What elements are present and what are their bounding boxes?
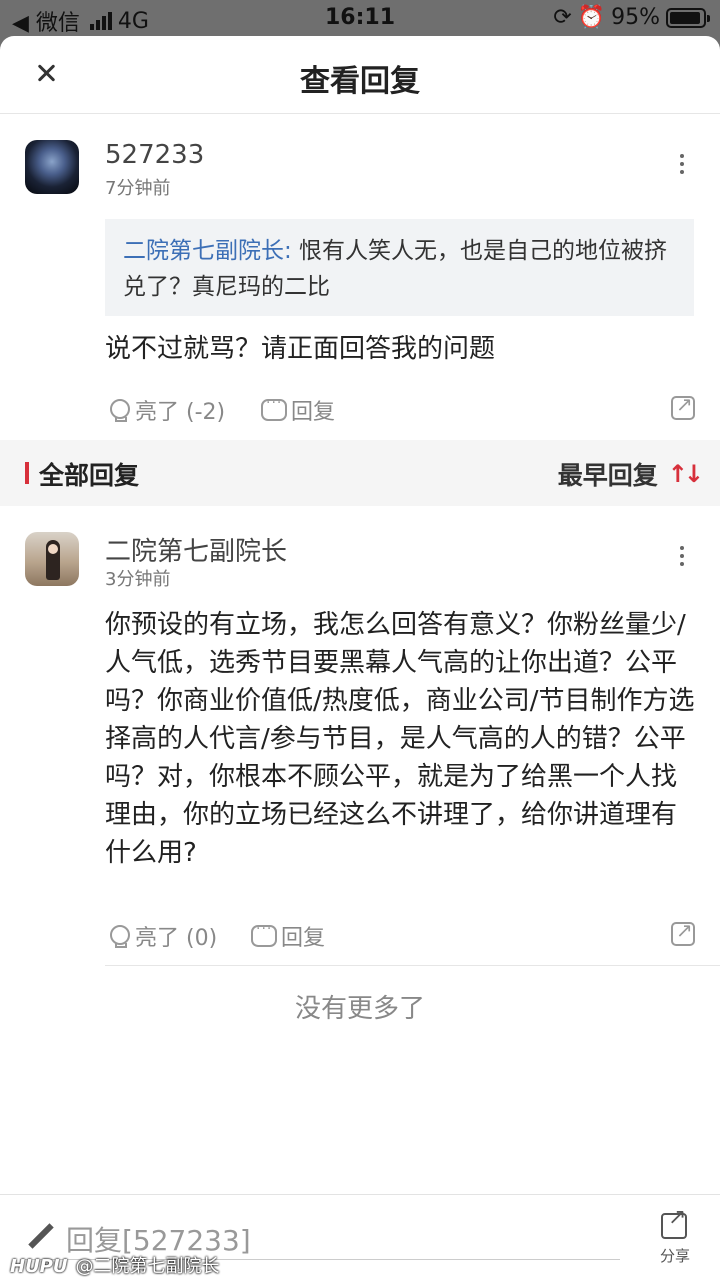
avatar-face	[48, 544, 58, 554]
like-button[interactable]: 亮了 (0)	[107, 916, 217, 956]
hupu-logo: HUPU	[10, 1256, 68, 1277]
comment-text: 说不过就骂？请正面回答我的问题	[105, 334, 496, 364]
section-marker	[25, 462, 29, 484]
rotation-lock-icon: ⟳	[553, 5, 572, 30]
reply-time: 3分钟前	[105, 569, 171, 590]
lightbulb-icon	[107, 397, 131, 423]
sort-bar: 全部回复 最早回复 ↑↓	[0, 440, 720, 506]
comment-username[interactable]: 527233	[105, 140, 204, 170]
reply-button[interactable]: 回复	[261, 390, 335, 430]
pencil-icon	[26, 1223, 56, 1253]
comment-time: 7分钟前	[105, 178, 171, 199]
share-label: 分享	[659, 1247, 690, 1265]
reply-label: 回复	[291, 400, 336, 425]
more-options-icon[interactable]	[670, 542, 694, 572]
avatar[interactable]	[25, 532, 79, 586]
status-bar: ◀ 微信 4G 16:11 ⟳ ⏰ 95%	[0, 0, 720, 36]
header: 查看回复	[0, 36, 720, 114]
sort-button[interactable]: 最早回复 ↑↓	[557, 456, 704, 492]
reply-username[interactable]: 二院第七副院长	[105, 531, 287, 568]
reply-label: 回复	[281, 926, 326, 951]
reply-text: 你预设的有立场，我怎么回答有意义？你粉丝量少/人气低，选秀节目要黑幕人气高的让你…	[105, 610, 695, 868]
divider	[105, 965, 720, 966]
status-right: ⟳ ⏰ 95%	[553, 5, 710, 30]
more-options-icon[interactable]	[670, 150, 694, 180]
quoted-comment: 二院第七副院长: 恨有人笑人无，也是自己的地位被挤兑了？真尼玛的二比	[105, 219, 694, 316]
battery-icon	[666, 7, 710, 28]
alarm-icon: ⏰	[577, 5, 606, 30]
section-title: 全部回复	[39, 461, 140, 490]
like-label: 亮了 (-2)	[135, 400, 226, 425]
avatar[interactable]	[25, 140, 79, 194]
reply-button[interactable]: 回复	[251, 916, 325, 956]
quoted-username[interactable]: 二院第七副院长:	[123, 238, 292, 264]
reply-actions: 亮了 (0) 回复	[105, 916, 695, 956]
share-button[interactable]: ↗ 分享	[650, 1205, 700, 1269]
share-arrow-icon: ↗	[668, 1205, 687, 1230]
sort-label: 最早回复	[557, 461, 658, 490]
reply-sheet: 查看回复 527233 7分钟前 二院第七副院长: 恨有人笑人无，也是自己的地位…	[0, 36, 720, 1280]
sort-arrows-icon: ↑↓	[667, 460, 704, 488]
share-icon[interactable]	[671, 392, 695, 420]
comment-actions: 亮了 (-2) 回复	[105, 390, 695, 430]
share-icon[interactable]	[671, 918, 695, 946]
chat-bubble-icon	[261, 395, 287, 421]
page-title: 查看回复	[300, 64, 420, 99]
no-more-label: 没有更多了	[294, 994, 425, 1024]
watermark: HUPU @二院第七副院长	[10, 1252, 220, 1278]
lightbulb-icon	[107, 923, 131, 949]
like-label: 亮了 (0)	[135, 926, 218, 951]
battery-percent: 95%	[611, 5, 660, 30]
watermark-text: @二院第七副院长	[75, 1256, 220, 1277]
like-button[interactable]: 亮了 (-2)	[107, 390, 225, 430]
chat-bubble-icon	[251, 921, 277, 947]
